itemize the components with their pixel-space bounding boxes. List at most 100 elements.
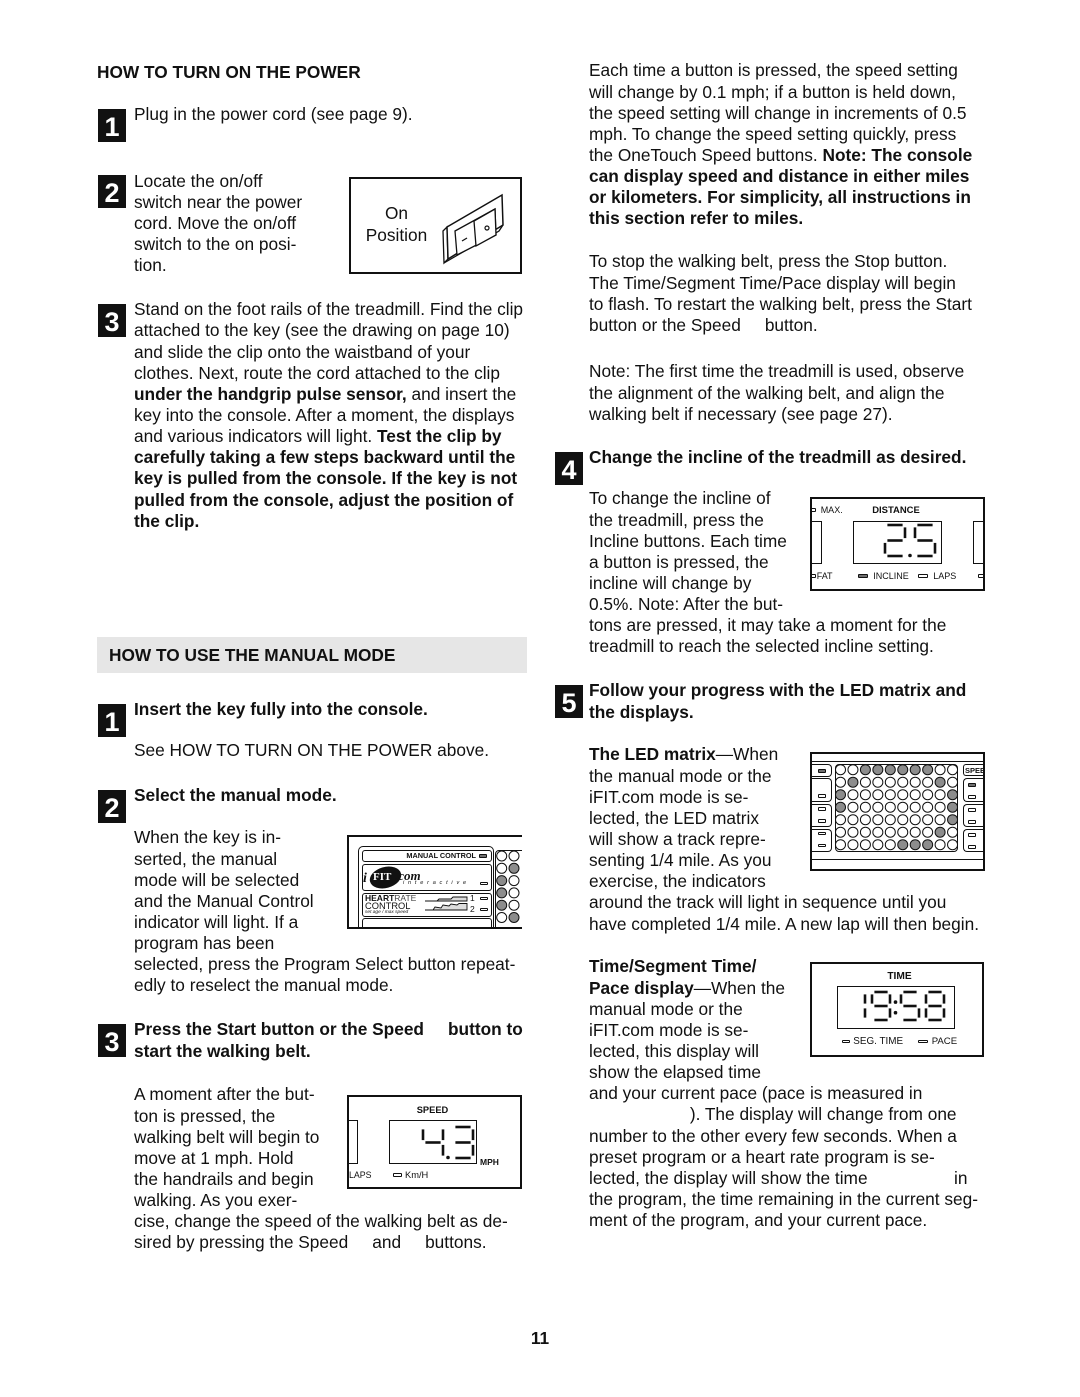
text-line: pulled from the console, adjust the posi… (134, 490, 523, 511)
paragraph: Each time a button is pressed, the speed… (589, 60, 972, 229)
text-line: See HOW TO TURN ON THE POWER above. (134, 740, 489, 761)
led-unlit (897, 776, 909, 788)
text-run: key into the console. After a moment, th… (134, 405, 515, 425)
text-run: The Time/Segment Time/Pace display will … (589, 272, 956, 293)
right-edge-indicator (978, 574, 983, 578)
text-line: Note: The first time the treadmill is us… (589, 361, 964, 382)
laps-label: LAPS (933, 570, 957, 581)
lcd-dot (446, 1155, 450, 1160)
text-run: mph. To change the speed setting quickly… (589, 123, 957, 144)
text-run: Stand on the foot rails of the treadmill… (134, 299, 524, 320)
step-title: Follow your progress with the LED matrix… (589, 680, 966, 722)
led-lit (847, 776, 859, 788)
led-unlit (872, 801, 884, 813)
step-number-badge: 4 (555, 451, 583, 485)
led-unlit (934, 839, 946, 851)
step-number-badge: 2 (98, 790, 126, 823)
led-lit (496, 875, 508, 887)
led-unlit (947, 776, 959, 788)
step-title: Press the Start button or the Speed butt… (134, 1019, 523, 1061)
led-lit (508, 912, 520, 923)
text-run: preset program or a heart rate program i… (589, 1146, 935, 1167)
led-unlit (859, 814, 871, 826)
bold-text: Note: The console (822, 144, 973, 165)
ifit-logo: i FIT .com (363, 866, 421, 889)
led-lit (859, 764, 871, 776)
led-unlit (859, 801, 871, 813)
text-line: tion. (134, 255, 302, 276)
led-lit (909, 839, 921, 851)
text-run: cord. Move the on/off (134, 212, 297, 233)
text-run: indicator will light. If a (134, 911, 299, 932)
indicator (968, 820, 976, 824)
text-run: and your current pace (pace is measured … (589, 1083, 923, 1104)
text-line: show the elapsed time (589, 1062, 978, 1083)
indicator (968, 833, 976, 837)
text-run: manual mode or the (589, 998, 743, 1019)
bold-text: Pace display (589, 977, 694, 998)
led-unlit (909, 814, 921, 826)
led-unlit (508, 875, 520, 887)
text-line: Press the Start button or the Speed butt… (134, 1019, 523, 1040)
led-unlit (859, 789, 871, 801)
text-line: cise, change the speed of the walking be… (134, 1211, 508, 1232)
led-unlit (897, 814, 909, 826)
text-run: to flash. To restart the walking belt, p… (589, 293, 972, 314)
led-unlit (947, 826, 959, 838)
text-run: will change by 0.1 mph; if a button is h… (589, 81, 956, 102)
led-unlit (897, 789, 909, 801)
bold-text: under the handgrip pulse sensor, (134, 383, 407, 404)
text-line: ). The display will change from one (589, 1104, 978, 1125)
led-unlit (909, 789, 921, 801)
text-line: or kilometers. For simplicity, all instr… (589, 187, 972, 208)
led-matrix (835, 764, 959, 851)
led-lit (897, 839, 909, 851)
led-unlit (872, 814, 884, 826)
text-run: the treadmill, press the (589, 509, 764, 530)
text-run: attached to the key (see the drawing on … (134, 320, 510, 341)
speed-label: SPEED (965, 765, 985, 775)
led-lit (872, 764, 884, 776)
led-unlit (508, 899, 520, 911)
text-run: switch near the power (134, 191, 303, 212)
led-matrix-figure: SPEED (810, 752, 985, 871)
text-run: exercise, the indicators (589, 871, 766, 892)
led-unlit (922, 801, 934, 813)
text-run: and insert the (406, 383, 517, 404)
led-unlit (934, 789, 946, 801)
text-run: the handrails and begin (134, 1168, 314, 1189)
text-run: Locate the on/off (134, 170, 263, 191)
text-run: lected, the display will show the time i… (589, 1167, 968, 1188)
text-run: will show a track repre- (589, 828, 766, 849)
text-line: key into the console. After a moment, th… (134, 405, 523, 426)
text-run: incline will change by (589, 572, 752, 593)
led-lit (835, 789, 846, 801)
text-run: Position (365, 224, 428, 245)
led-unlit (922, 826, 934, 838)
switch-label: On Position (351, 203, 442, 245)
text-run: iFIT.com mode is se- (589, 786, 749, 807)
led-unlit (859, 776, 871, 788)
indicator (968, 783, 976, 787)
text-line: the program, the time remaining in the c… (589, 1189, 978, 1210)
step-text: Locate the on/off switch near the power co… (134, 171, 302, 277)
ifit-indicator (480, 881, 488, 886)
text-line: the displays. (589, 702, 966, 723)
text-line: preset program or a heart rate program i… (589, 1147, 978, 1168)
bold-text: Insert the key fully into the console. (134, 699, 428, 720)
text-run: —When the (693, 977, 785, 998)
led-unlit (847, 826, 859, 838)
text-run: selected, press the Program Select butto… (134, 954, 516, 975)
led-unlit (922, 776, 934, 788)
step-number-badge: 3 (98, 303, 126, 337)
led-lit (934, 826, 946, 838)
text-run: When the key is in- (134, 827, 281, 848)
indicator (818, 819, 826, 823)
text-run: To stop the walking belt, press the Stop… (589, 251, 948, 272)
text-run: See HOW TO TURN ON THE POWER above. (134, 740, 489, 761)
text-line: switch to the on posi- (134, 234, 302, 255)
text-line: attached to the key (see the drawing on … (134, 320, 523, 341)
fat-label: FAT (816, 570, 833, 581)
led-unlit (847, 789, 859, 801)
heart-rate-program-1-indicator (480, 896, 488, 901)
